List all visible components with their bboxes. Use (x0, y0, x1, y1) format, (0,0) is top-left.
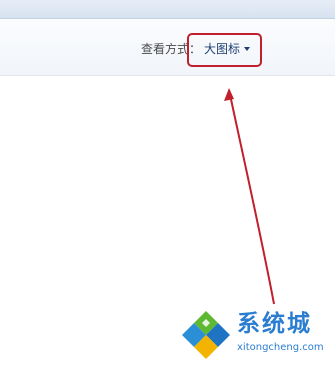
watermark: 系统城 xitongcheng.com (180, 305, 330, 360)
diamond-logo-icon (182, 311, 230, 359)
arrow-head (224, 88, 234, 101)
watermark-url: xitongcheng.com (237, 342, 324, 353)
watermark-title: 系统城 (237, 311, 312, 337)
arrow-shaft (228, 89, 275, 305)
